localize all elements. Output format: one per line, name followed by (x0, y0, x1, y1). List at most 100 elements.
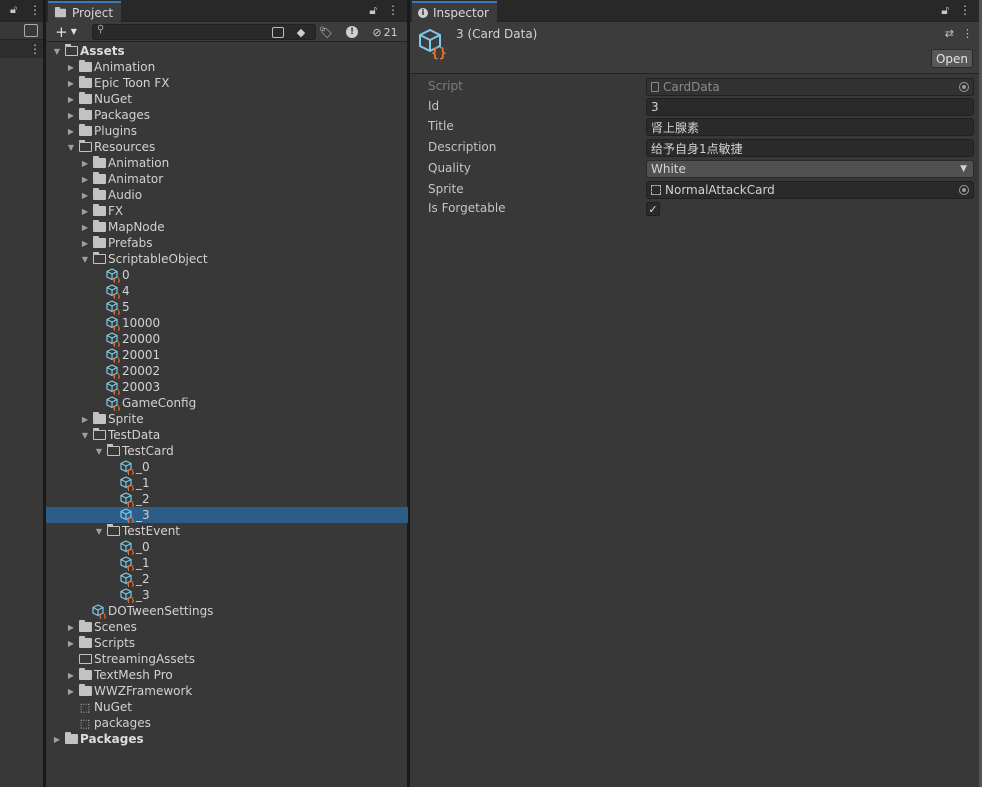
folder-row[interactable]: ▶ NuGet (46, 91, 408, 107)
expand-right-icon[interactable]: ▶ (66, 123, 76, 139)
asset-row[interactable]: {}_0 (46, 459, 408, 475)
asset-row[interactable]: {}_3 (46, 587, 408, 603)
package-row[interactable]: ⬚ packages (46, 715, 408, 731)
asset-row[interactable]: {}4 (46, 283, 408, 299)
quality-dropdown[interactable]: White ▼ (646, 160, 974, 178)
expand-right-icon[interactable]: ▶ (66, 107, 76, 123)
expand-down-icon[interactable]: ▼ (66, 139, 76, 155)
folder-row[interactable]: ▶ WWZFramework (46, 683, 408, 699)
expand-right-icon[interactable]: ▶ (80, 155, 90, 171)
kebab-menu-icon[interactable]: ⋮ (387, 3, 399, 18)
expand-right-icon[interactable]: ▶ (80, 411, 90, 427)
expand-right-icon[interactable]: ▶ (66, 667, 76, 683)
filter-by-label-icon[interactable]: 🏷︎ (316, 24, 336, 40)
asset-row[interactable]: {}_2 (46, 491, 408, 507)
description-field[interactable]: 给予自身1点敏捷 (646, 139, 974, 157)
expand-right-icon[interactable]: ▶ (80, 235, 90, 251)
expand-right-icon[interactable]: ▶ (80, 219, 90, 235)
folder-row[interactable]: ▼ Resources (46, 139, 408, 155)
lock-icon[interactable]: 🔓︎ (941, 3, 949, 18)
asset-row[interactable]: {}GameConfig (46, 395, 408, 411)
expand-down-icon[interactable]: ▼ (80, 427, 90, 443)
asset-row[interactable]: {}20003 (46, 379, 408, 395)
kebab-menu-icon[interactable]: ⋮ (29, 42, 41, 56)
title-field[interactable]: 肾上腺素 (646, 118, 974, 136)
folder-row[interactable]: ▶ Packages (46, 731, 408, 747)
id-field[interactable]: 3 (646, 98, 974, 116)
presets-icon[interactable]: ⇄ (945, 27, 954, 40)
svg-text:{}: {} (127, 469, 135, 475)
folder-row[interactable]: ▶ Scripts (46, 635, 408, 651)
expand-down-icon[interactable]: ▼ (80, 251, 90, 267)
asset-row[interactable]: {}10000 (46, 315, 408, 331)
folder-row[interactable]: ▼ TestData (46, 427, 408, 443)
folder-row[interactable]: ▶ Animation (46, 155, 408, 171)
tab-inspector[interactable]: i Inspector (412, 1, 497, 22)
asset-row[interactable]: {}20001 (46, 347, 408, 363)
is-forgetable-checkbox[interactable]: ✓ (646, 202, 660, 216)
lock-icon[interactable]: 🔓︎ (10, 3, 17, 17)
tab-project[interactable]: Project (48, 1, 122, 22)
package-row[interactable]: ⬚ NuGet (46, 699, 408, 715)
asset-row[interactable]: {}20000 (46, 331, 408, 347)
create-button[interactable]: + ▼ (46, 23, 86, 41)
expand-right-icon[interactable]: ▶ (66, 635, 76, 651)
asset-row[interactable]: {}_0 (46, 539, 408, 555)
expand-down-icon[interactable]: ▼ (94, 523, 104, 539)
folder-row[interactable]: ▶ Epic Toon FX (46, 75, 408, 91)
asset-row[interactable]: {}20002 (46, 363, 408, 379)
folder-row[interactable]: ▶ Plugins (46, 123, 408, 139)
log-filter-icon[interactable]: ! (342, 24, 362, 40)
hidden-packages-toggle[interactable]: ⊘ 21 (368, 24, 402, 40)
expand-right-icon[interactable]: ▶ (80, 171, 90, 187)
expand-right-icon[interactable]: ▶ (80, 203, 90, 219)
open-button[interactable]: Open (931, 49, 973, 68)
object-picker-icon[interactable] (959, 185, 969, 195)
folder-row[interactable]: ▶ Sprite (46, 411, 408, 427)
kebab-menu-icon[interactable]: ⋮ (959, 3, 971, 18)
expand-right-icon[interactable]: ▶ (66, 683, 76, 699)
expand-right-icon[interactable]: ▶ (66, 619, 76, 635)
asset-row[interactable]: {}_1 (46, 475, 408, 491)
folder-row[interactable]: ▼ TestCard (46, 443, 408, 459)
script-field[interactable]: CardData (646, 78, 974, 96)
folder-row[interactable]: ▶ FX (46, 203, 408, 219)
asset-row[interactable]: {}DOTweenSettings (46, 603, 408, 619)
folder-row[interactable]: ▶ Animation (46, 59, 408, 75)
folder-row[interactable]: ▼ Assets (46, 43, 408, 59)
folder-row[interactable]: ▼ ScriptableObject (46, 251, 408, 267)
kebab-menu-icon[interactable]: ⋮ (29, 3, 41, 17)
asset-row[interactable]: {}0 (46, 267, 408, 283)
folder-row[interactable]: StreamingAssets (46, 651, 408, 667)
folder-row[interactable]: ▶ Audio (46, 187, 408, 203)
lock-icon[interactable]: 🔓︎ (369, 3, 377, 18)
sprite-field[interactable]: NormalAttackCard (646, 181, 974, 199)
prop-id-label: Id (428, 99, 440, 113)
folder-row[interactable]: ▶ Packages (46, 107, 408, 123)
folder-row[interactable]: ▶ Scenes (46, 619, 408, 635)
expand-right-icon[interactable]: ▶ (52, 731, 62, 747)
asset-row[interactable]: {}5 (46, 299, 408, 315)
expand-right-icon[interactable]: ▶ (66, 59, 76, 75)
asset-row[interactable]: {}_3 (46, 507, 408, 523)
filter-by-type-icon[interactable]: ◆ (291, 24, 311, 40)
search-window-icon[interactable] (268, 24, 288, 40)
folder-row[interactable]: ▶ TextMesh Pro (46, 667, 408, 683)
left-tabbar: 🔓︎ ⋮ (0, 0, 43, 22)
asset-row[interactable]: {}_1 (46, 555, 408, 571)
expand-right-icon[interactable]: ▶ (80, 187, 90, 203)
kebab-menu-icon[interactable]: ⋮ (962, 27, 973, 40)
scriptable-object-icon: {} (120, 571, 134, 587)
tree-item-label: _3 (136, 588, 150, 602)
expand-down-icon[interactable]: ▼ (94, 443, 104, 459)
expand-right-icon[interactable]: ▶ (66, 91, 76, 107)
folder-row[interactable]: ▼ TestEvent (46, 523, 408, 539)
folder-row[interactable]: ▶ MapNode (46, 219, 408, 235)
expand-right-icon[interactable]: ▶ (66, 75, 76, 91)
search-window-icon[interactable] (24, 24, 38, 37)
folder-row[interactable]: ▶ Animator (46, 171, 408, 187)
object-picker-icon[interactable] (959, 82, 969, 92)
expand-down-icon[interactable]: ▼ (52, 43, 62, 59)
asset-row[interactable]: {}_2 (46, 571, 408, 587)
folder-row[interactable]: ▶ Prefabs (46, 235, 408, 251)
